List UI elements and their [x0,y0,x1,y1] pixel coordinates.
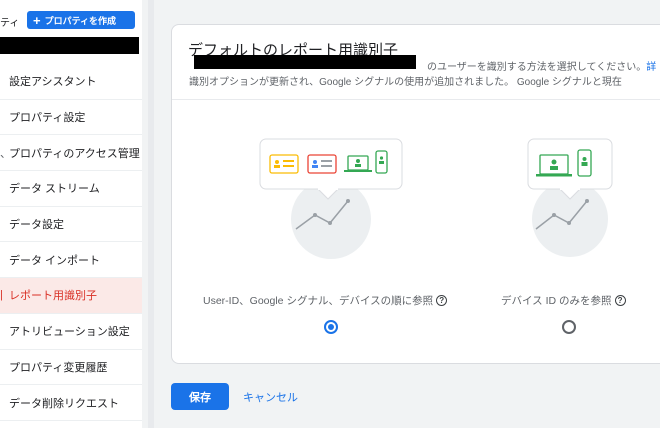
sidebar-item-label: データ インポート [9,254,101,267]
sidebar-item-label: データ設定 [9,219,64,232]
redacted-property-name [0,37,139,54]
sidebar-item[interactable]: データ設定 [0,207,142,243]
option-device-text: デバイス ID のみを参照 [501,295,612,307]
sidebar-item-marker: 、 [0,147,11,160]
sidebar-menu: 設定アシスタント プロパティ設定、プロパティのアクセス管理 データ ストリーム データ… [0,64,142,421]
sidebar-item-label: データ ストリーム [9,183,100,196]
property-sidebar: ティ + プロパティを作成 設定アシスタント プロパティ設定、プロパティのアクセス… [0,0,142,428]
sidebar-item-label: プロパティ変更履歴 [9,361,108,374]
property-label: ティ [0,18,20,29]
sidebar-item[interactable]: プロパティ設定 [0,100,142,136]
create-property-label: プロパティを作成 [44,15,117,26]
option-blended-radio[interactable] [324,320,338,334]
sidebar-item-label: プロパティ設定 [9,112,86,125]
scrollbar-track[interactable] [148,0,154,428]
blended-identity-illustration [259,138,403,259]
create-property-button[interactable]: + プロパティを作成 [27,11,135,29]
sidebar-item-label: 設定アシスタント [9,76,97,89]
sidebar-item[interactable]: データ削除リクエスト [0,385,142,421]
sidebar-item[interactable]: 、プロパティのアクセス管理 [0,135,142,172]
sidebar-header: ティ + プロパティを作成 [0,0,142,54]
option-blended-text: User-ID、Google シグナル、デバイスの順に参照 [203,295,434,307]
description-text: のユーザーを識別する方法を選択してください。 [427,62,647,73]
device-based-illustration [527,138,613,257]
save-button[interactable]: 保存 [171,383,229,410]
sidebar-item-label: プロパティのアクセス管理 [9,147,140,160]
card-description-line2: 識別オプションが更新され、Google シグナルの使用が追加されました。 Goo… [189,77,622,88]
redacted-text [194,55,416,69]
help-icon[interactable]: ? [614,295,626,306]
option-device-label: デバイス ID のみを参照 ? [501,293,626,308]
divider [172,99,660,100]
sidebar-item[interactable]: データ ストリーム [0,171,142,207]
option-device-radio[interactable] [562,320,576,334]
learn-more-link[interactable]: 詳 [646,62,656,73]
cancel-button[interactable]: キャンセル [243,383,298,410]
sidebar-item-label: データ削除リクエスト [9,397,119,410]
plus-icon: + [33,12,41,28]
sidebar-item-label: レポート用識別子 [9,290,97,303]
option-blended-label: User-ID、Google シグナル、デバイスの順に参照 ? [203,293,448,308]
sidebar-item[interactable]: | レポート用識別子 [0,278,142,314]
sidebar-item[interactable]: 設定アシスタント [0,64,142,100]
sidebar-item[interactable]: プロパティ変更履歴 [0,350,142,386]
reporting-identity-card: デフォルトのレポート用識別子 のユーザーを識別する方法を選択してください。詳 識… [171,24,660,364]
help-icon[interactable]: ? [436,295,448,306]
sidebar-item[interactable]: アトリビューション設定 [0,314,142,350]
card-description-line1: のユーザーを識別する方法を選択してください。詳 [427,58,656,73]
sidebar-item-label: アトリビューション設定 [9,326,130,339]
sidebar-item-marker: | [0,289,3,302]
sidebar-item[interactable]: データ インポート [0,242,142,279]
